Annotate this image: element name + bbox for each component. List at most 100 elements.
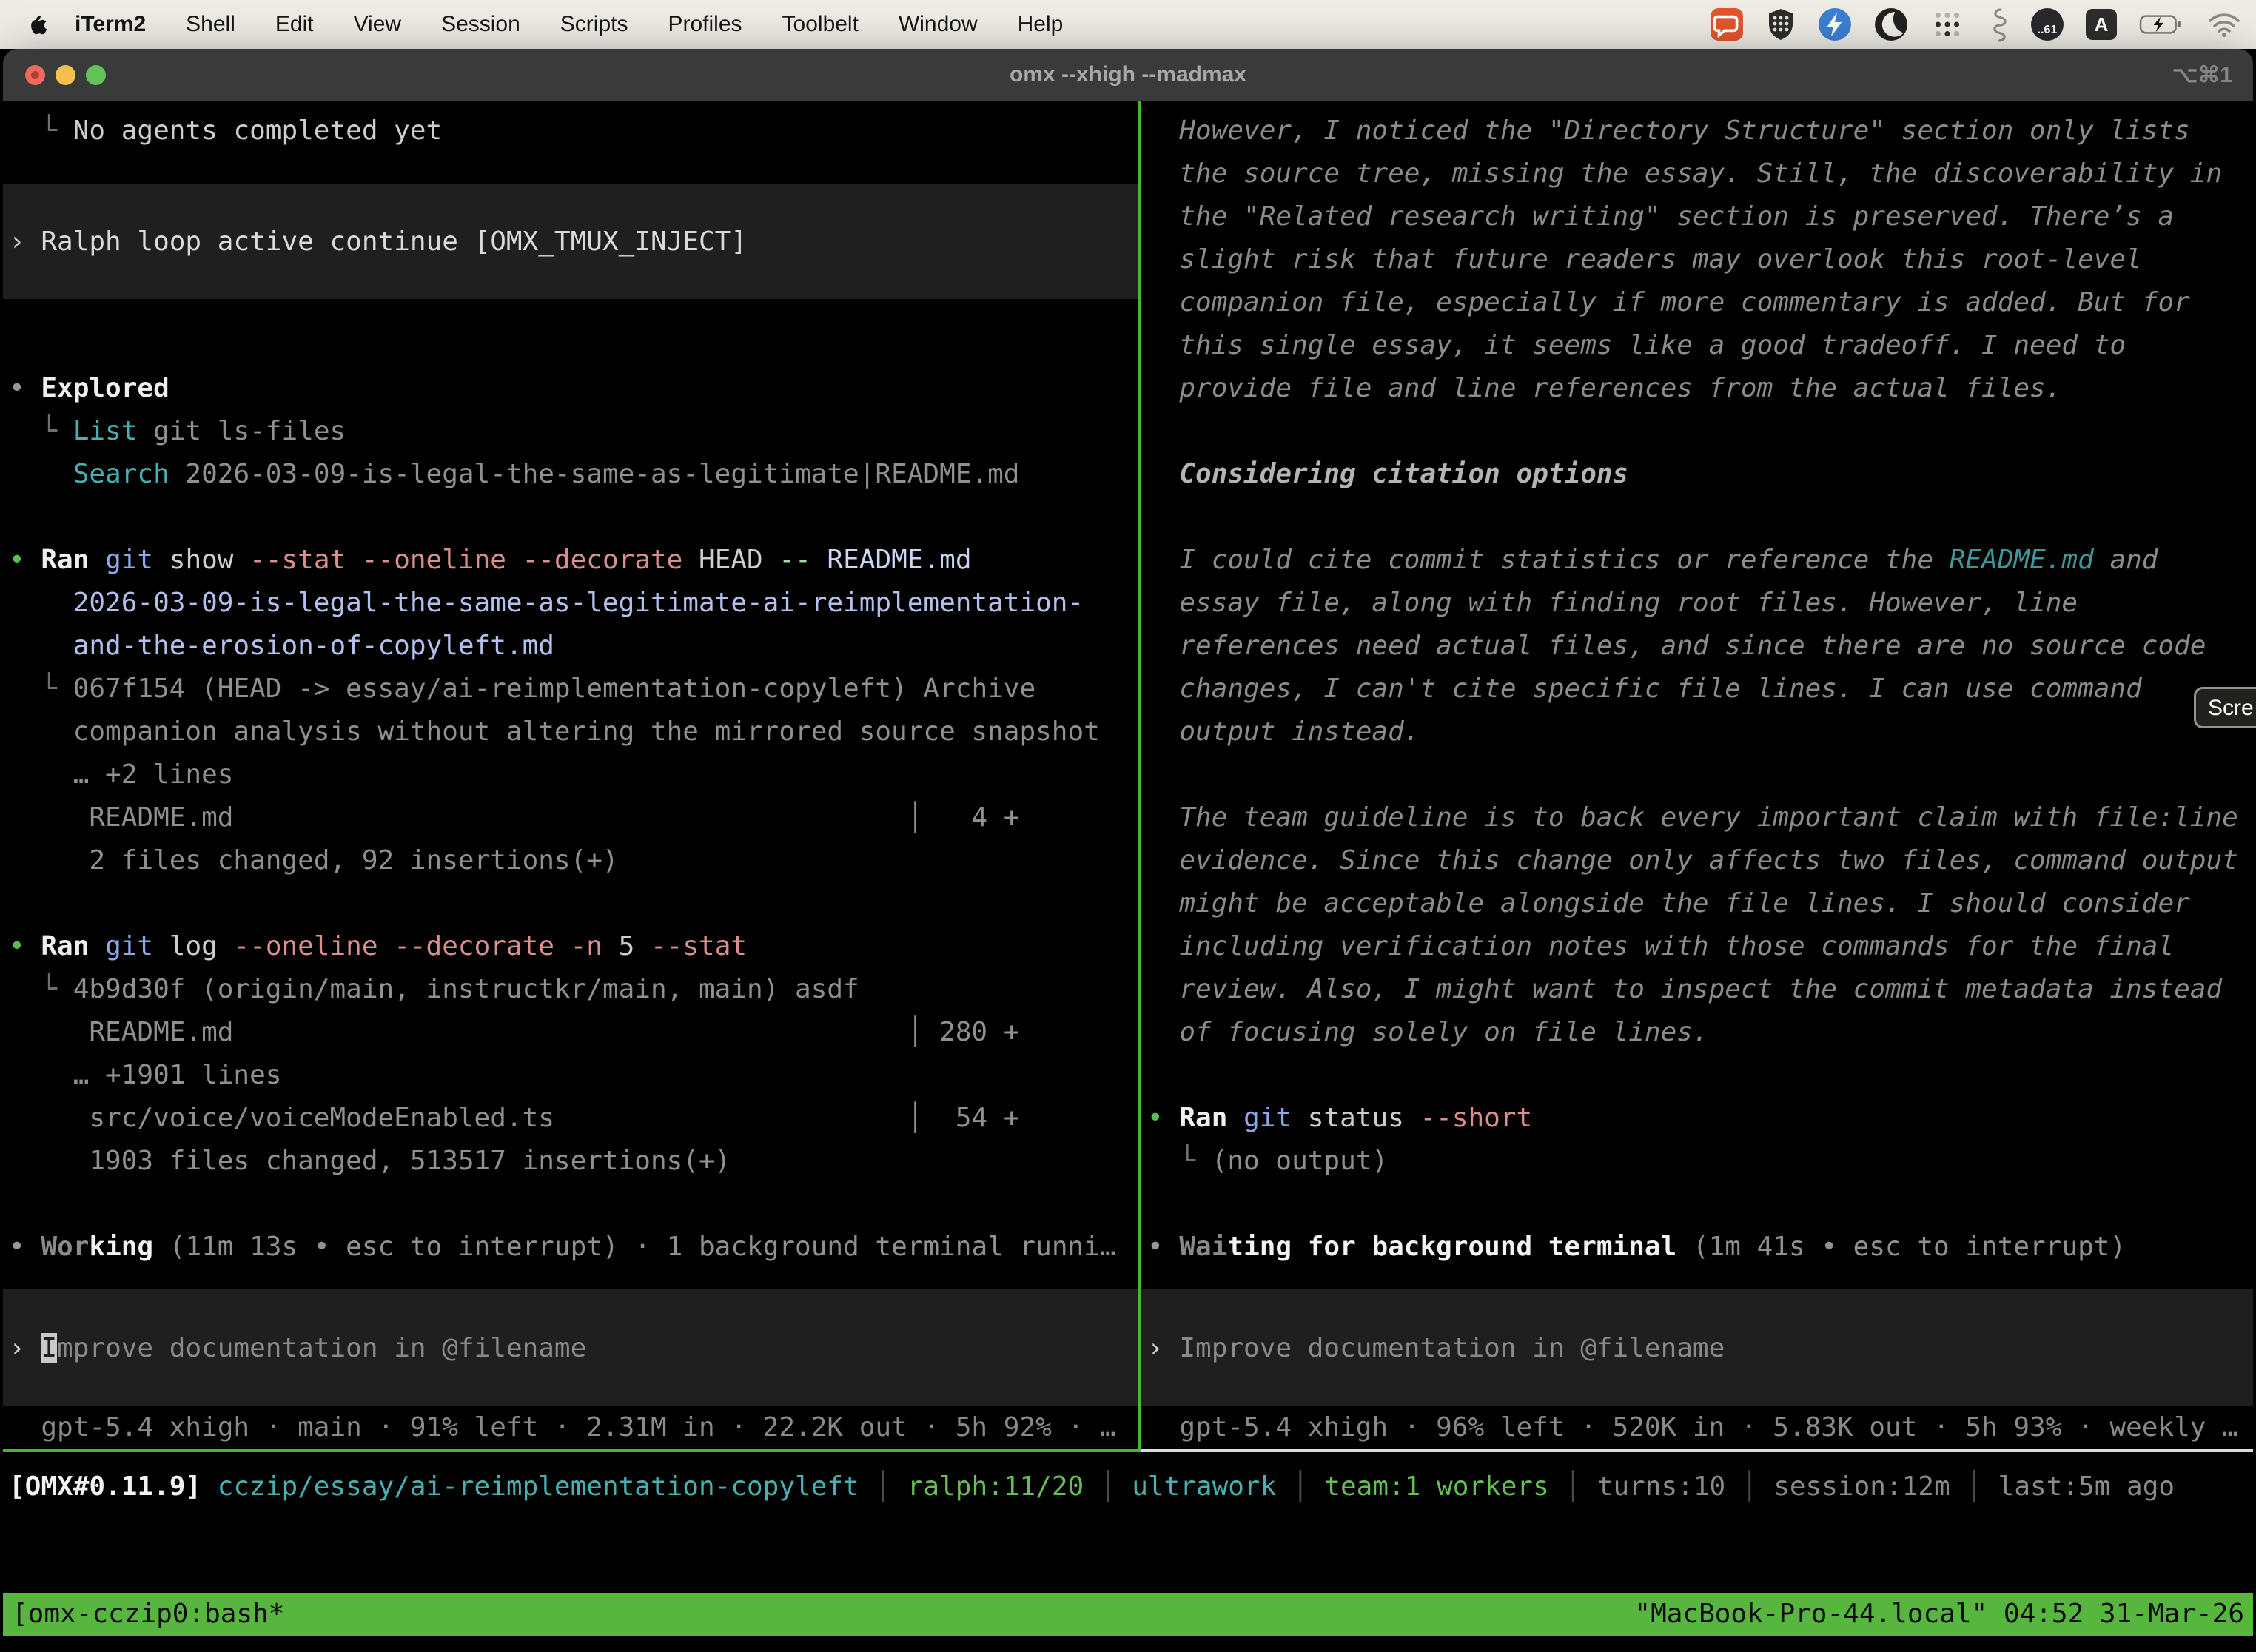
menu-status-icons: ..61 A	[1710, 7, 2256, 42]
terminal-line	[1141, 753, 2253, 796]
terminal-line: However, I noticed the "Directory Struct…	[1141, 110, 2253, 152]
menu-edit[interactable]: Edit	[255, 0, 334, 49]
terminal-line: … +1901 lines	[3, 1054, 1138, 1097]
window-shortcut-hint: ⌥⌘1	[2172, 62, 2232, 88]
crescent-badge-icon[interactable]	[1874, 7, 1908, 41]
pane-left[interactable]: └ No agents completed yet› Ralph loop ac…	[3, 101, 1138, 1449]
pane-right[interactable]: However, I noticed the "Directory Struct…	[1141, 101, 2253, 1449]
close-button[interactable]	[25, 65, 45, 85]
terminal-line: slight risk that future readers may over…	[1141, 238, 2253, 281]
apple-menu-icon[interactable]	[25, 11, 47, 38]
terminal-line: companion analysis without altering the …	[3, 711, 1138, 753]
inject-banner: › Ralph loop active continue [OMX_TMUX_I…	[3, 184, 1138, 299]
terminal-line: provide file and line references from th…	[1141, 367, 2253, 410]
terminal-line: evidence. Since this change only affects…	[1141, 839, 2253, 882]
prompt-chevron: ›	[1147, 1333, 1179, 1363]
terminal-line: └ 4b9d30f (origin/main, instructkr/main,…	[3, 968, 1138, 1011]
terminal-line: might be acceptable alongside the file l…	[1141, 882, 2253, 925]
terminal-line: └ List git ls-files	[3, 410, 1138, 453]
terminal-line	[1141, 1183, 2253, 1226]
squiggle-icon[interactable]	[1987, 7, 2009, 42]
model-status-right: gpt-5.4 xhigh · 96% left · 520K in · 5.8…	[1141, 1406, 2253, 1449]
terminal-line: • Working (11m 13s • esc to interrupt) ·…	[3, 1226, 1138, 1269]
tmux-host-clock: "MacBook-Pro-44.local" 04:52 31-Mar-26	[1634, 1593, 2244, 1636]
left-scrollback: └ No agents completed yet› Ralph loop ac…	[3, 101, 1138, 1269]
minimize-button[interactable]	[56, 65, 75, 85]
pane-bottom-border-left	[3, 1449, 1141, 1452]
terminal-line: README.md │ 4 +	[3, 796, 1138, 839]
screen-overlay-button[interactable]: Scre	[2194, 687, 2256, 728]
menu-profiles[interactable]: Profiles	[648, 0, 762, 49]
terminal-line: and-the-erosion-of-copyleft.md	[3, 625, 1138, 668]
dot-shield-icon[interactable]	[1766, 7, 1796, 41]
menu-view[interactable]: View	[334, 0, 421, 49]
terminal-line: output instead.	[1141, 711, 2253, 753]
menu-scripts[interactable]: Scripts	[540, 0, 648, 49]
right-scrollback: However, I noticed the "Directory Struct…	[1141, 101, 2253, 1269]
terminal-line: └ 067f154 (HEAD -> essay/ai-reimplementa…	[3, 668, 1138, 711]
menu-window[interactable]: Window	[879, 0, 998, 49]
menu-session[interactable]: Session	[421, 0, 540, 49]
menu-iterm2[interactable]: iTerm2	[55, 0, 166, 49]
terminal-line: Search 2026-03-09-is-legal-the-same-as-l…	[3, 453, 1138, 496]
terminal-line: • Waiting for background terminal (1m 41…	[1141, 1226, 2253, 1269]
pane-bottom-border-right	[1141, 1449, 2253, 1452]
terminal-line: src/voice/voiceModeEnabled.ts │ 54 +	[3, 1097, 1138, 1140]
terminal-line	[3, 882, 1138, 925]
tmux-status-bar: [omx-cczip0:bash* "MacBook-Pro-44.local"…	[3, 1593, 2253, 1636]
terminal-line: essay file, along with finding root file…	[1141, 582, 2253, 625]
zoom-button[interactable]	[86, 65, 106, 85]
model-status-left: gpt-5.4 xhigh · main · 91% left · 2.31M …	[3, 1406, 1138, 1449]
menu-bar: iTerm2ShellEditViewSessionScriptsProfile…	[0, 0, 2256, 49]
iterm-window: omx --xhigh --madmax ⌥⌘1 └ No agents com…	[3, 49, 2253, 1652]
menu-shell[interactable]: Shell	[166, 0, 255, 49]
terminal-line: 2 files changed, 92 insertions(+)	[3, 839, 1138, 882]
terminal-line: • Ran git show --stat --oneline --decora…	[3, 539, 1138, 582]
window-title: omx --xhigh --madmax	[1010, 62, 1246, 87]
terminal-line: The team guideline is to back every impo…	[1141, 796, 2253, 839]
wifi-icon[interactable]	[2207, 11, 2241, 38]
terminal-line: Considering citation options	[1141, 453, 2253, 496]
battery-icon[interactable]	[2139, 13, 2185, 36]
tmux-window-label[interactable]: [omx-cczip0:bash*	[12, 1593, 284, 1636]
terminal-line: this single essay, it seems like a good …	[1141, 324, 2253, 367]
terminal-line: changes, I can't cite specific file line…	[1141, 668, 2253, 711]
terminal-line	[1141, 1054, 2253, 1097]
input-text-right: Improve documentation in @filename	[1179, 1333, 1725, 1363]
terminal-line	[3, 496, 1138, 539]
terminal-line: 1903 files changed, 513517 insertions(+)	[3, 1140, 1138, 1183]
terminal-line	[3, 1183, 1138, 1226]
terminal-line: the "Related research writing" section i…	[1141, 195, 2253, 238]
terminal-line: • Ran git status --short	[1141, 1097, 2253, 1140]
terminal-line: of focusing solely on file lines.	[1141, 1011, 2253, 1054]
terminal-line	[1141, 410, 2253, 453]
dots-grid-icon[interactable]	[1930, 7, 1964, 41]
omx-status-line: [OMX#0.11.9] cczip/essay/ai-reimplementa…	[9, 1465, 2247, 1508]
battery-percent-badge[interactable]: ..61	[2031, 8, 2064, 41]
desktop: { "menu_bar": { "items": [ {"label": "iT…	[0, 0, 2256, 1652]
terminal-line: 2026-03-09-is-legal-the-same-as-legitima…	[3, 582, 1138, 625]
terminal-line: └ (no output)	[1141, 1140, 2253, 1183]
prompt-input-right[interactable]: › Improve documentation in @filename	[1141, 1289, 2253, 1406]
terminal-line: including verification notes with those …	[1141, 925, 2253, 968]
terminal-line	[1141, 496, 2253, 539]
terminal-line: README.md │ 280 +	[3, 1011, 1138, 1054]
traffic-lights	[25, 49, 106, 101]
terminal-line: • Explored	[3, 367, 1138, 410]
terminal-content: └ No agents completed yet› Ralph loop ac…	[3, 101, 2253, 1652]
input-text-left: mprove documentation in @filename	[57, 1333, 586, 1363]
menu-help[interactable]: Help	[998, 0, 1084, 49]
terminal-line: companion file, especially if more comme…	[1141, 281, 2253, 324]
prompt-chevron: ›	[9, 1333, 41, 1363]
window-title-bar[interactable]: omx --xhigh --madmax ⌥⌘1	[3, 49, 2253, 101]
menu-toolbelt[interactable]: Toolbelt	[762, 0, 879, 49]
terminal-line: • Ran git log --oneline --decorate -n 5 …	[3, 925, 1138, 968]
prompt-input-left[interactable]: › Improve documentation in @filename	[3, 1289, 1138, 1406]
screen-share-icon[interactable]	[1710, 7, 1744, 41]
bolt-badge-icon[interactable]	[1818, 7, 1852, 41]
keyboard-input-icon[interactable]: A	[2086, 9, 2117, 40]
text-cursor: I	[41, 1333, 57, 1363]
terminal-line: the source tree, missing the essay. Stil…	[1141, 152, 2253, 195]
screen-overlay-label: Scre	[2208, 696, 2254, 720]
terminal-line: … +2 lines	[3, 753, 1138, 796]
